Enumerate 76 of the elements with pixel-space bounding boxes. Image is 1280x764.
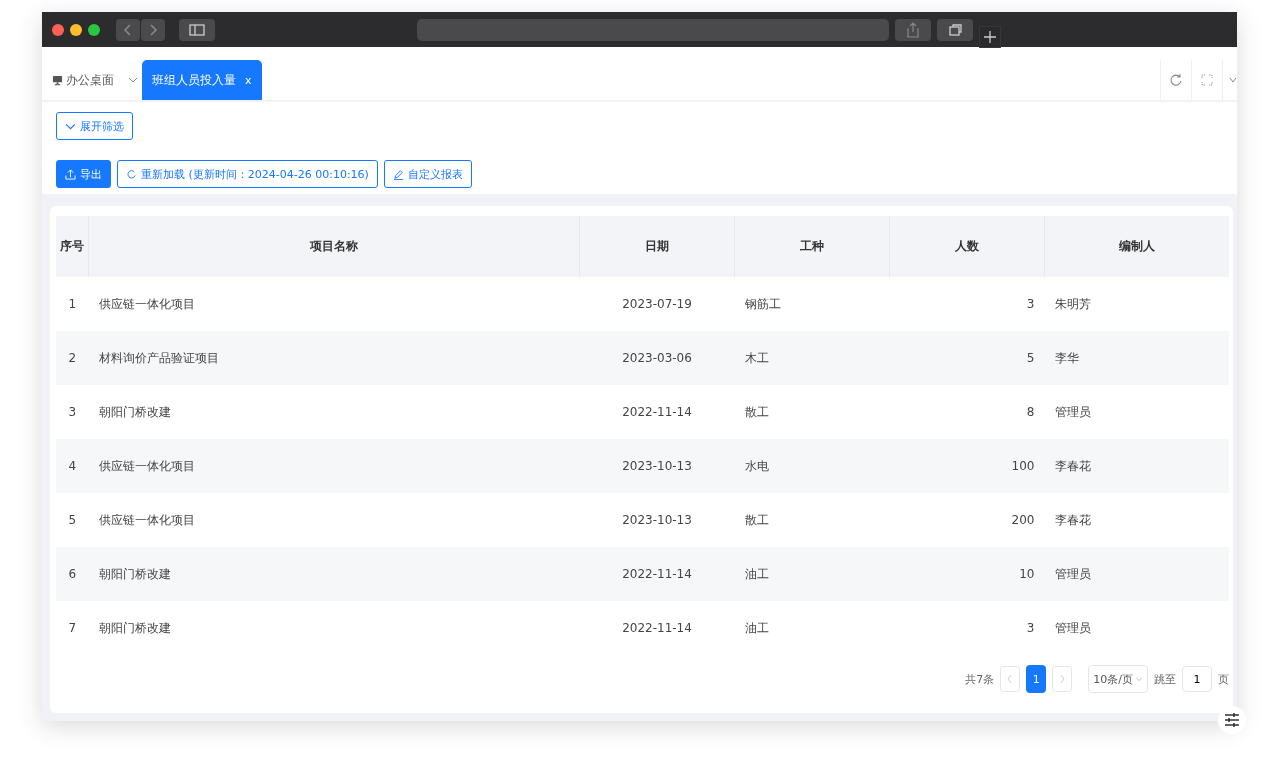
- reload-button[interactable]: 重新加载 (更新时间：2024-04-26 00:10:16): [117, 160, 378, 188]
- table-cell: 100: [889, 439, 1045, 493]
- table-cell: 2022-11-14: [579, 547, 735, 601]
- table-cell: 李春花: [1044, 493, 1229, 547]
- table-cell: 水电: [734, 439, 890, 493]
- table-cell: 朝阳门桥改建: [88, 601, 580, 655]
- table-cell: 管理员: [1044, 547, 1229, 601]
- table-cell: 3: [889, 601, 1045, 655]
- table-cell: 散工: [734, 493, 890, 547]
- edit-button[interactable]: 自定义报表: [383, 160, 472, 188]
- table-cell: 10: [889, 547, 1045, 601]
- refresh-icon: [126, 168, 137, 180]
- close-window-icon[interactable]: [52, 23, 64, 36]
- table-cell: 朝阳门桥改建: [88, 547, 580, 601]
- address-bar[interactable]: [417, 18, 889, 41]
- table-cell: 5: [56, 493, 89, 547]
- table-cell: 油工: [734, 601, 890, 655]
- zoom-window-icon[interactable]: [88, 23, 100, 36]
- table-cell: 木工: [734, 331, 890, 385]
- table-cell: 8: [889, 385, 1045, 439]
- column-header: 人数: [889, 216, 1045, 277]
- goto-label: 跳至: [1154, 671, 1176, 687]
- monitor-icon: [52, 74, 63, 86]
- page-suffix: 页: [1218, 671, 1229, 687]
- table-cell: 散工: [734, 385, 890, 439]
- table-cell: 朝阳门桥改建: [88, 385, 580, 439]
- table-cell: 供应链一体化项目: [88, 277, 580, 331]
- table-cell: 李华: [1044, 331, 1229, 385]
- export-button[interactable]: 导出: [56, 160, 111, 188]
- page-size-select[interactable]: 10条/页: [1088, 665, 1148, 693]
- forward-icon[interactable]: [141, 18, 165, 41]
- expand-filter-button[interactable]: 展开筛选: [56, 112, 133, 140]
- tab[interactable]: 办公桌面: [42, 60, 124, 100]
- table-cell: 管理员: [1044, 385, 1229, 439]
- table-cell: 7: [56, 601, 89, 655]
- column-header: 日期: [579, 216, 735, 277]
- table-cell: 2023-03-06: [579, 331, 735, 385]
- table-cell: 2022-11-14: [579, 385, 735, 439]
- table-cell: 材料询价产品验证项目: [88, 331, 580, 385]
- table-cell: 3: [56, 385, 89, 439]
- page-input[interactable]: 1: [1182, 666, 1212, 692]
- table-cell: 2023-10-13: [579, 493, 735, 547]
- table-cell: 油工: [734, 547, 890, 601]
- table-cell: 供应链一体化项目: [88, 439, 580, 493]
- pen-icon: [392, 168, 404, 180]
- column-header: 工种: [734, 216, 890, 277]
- chevron-down-icon[interactable]: [128, 75, 138, 85]
- table-cell: 4: [56, 439, 89, 493]
- tab[interactable]: 班组人员投入量 x: [142, 60, 262, 100]
- column-header: 序号: [56, 216, 89, 277]
- table-cell: 李春花: [1044, 439, 1229, 493]
- table-cell: 管理员: [1044, 601, 1229, 655]
- table-cell: 2023-07-19: [579, 277, 735, 331]
- column-header: 项目名称: [88, 216, 580, 277]
- column-header: 编制人: [1044, 216, 1229, 277]
- table-cell: 5: [889, 331, 1045, 385]
- table-cell: 2: [56, 331, 89, 385]
- table-cell: 2023-10-13: [579, 439, 735, 493]
- table-cell: 3: [889, 277, 1045, 331]
- table-cell: 1: [56, 277, 89, 331]
- tabs-icon[interactable]: [937, 18, 973, 41]
- table-cell: 200: [889, 493, 1045, 547]
- table-cell: 朱明芳: [1044, 277, 1229, 331]
- minimize-window-icon[interactable]: [70, 23, 82, 36]
- total-count: 共7条: [965, 671, 995, 687]
- table-cell: 6: [56, 547, 89, 601]
- new-tab-icon[interactable]: [979, 25, 1001, 48]
- upload-icon: [65, 168, 76, 180]
- share-icon[interactable]: [895, 18, 931, 41]
- table-cell: 供应链一体化项目: [88, 493, 580, 547]
- sidebar-icon[interactable]: [179, 18, 215, 41]
- table-cell: 钢筋工: [734, 277, 890, 331]
- chevron-down-icon: [1135, 675, 1143, 683]
- table-cell: 2022-11-14: [579, 601, 735, 655]
- back-icon[interactable]: [116, 18, 140, 41]
- page-button[interactable]: 1: [1026, 665, 1047, 693]
